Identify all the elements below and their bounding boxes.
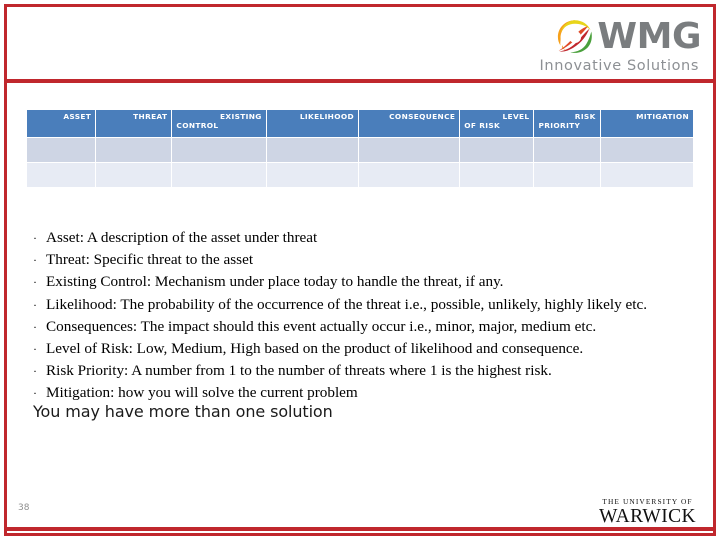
bullet-item-consequences: · Consequences: The impact should this e… bbox=[33, 317, 693, 338]
column-header-line1: ASSET bbox=[63, 112, 92, 121]
table-cell[interactable] bbox=[460, 138, 534, 162]
bullet-item-likelihood: · Likelihood: The probability of the occ… bbox=[33, 295, 693, 316]
table-cell[interactable] bbox=[172, 163, 266, 187]
column-header-asset: ASSET bbox=[27, 110, 96, 137]
slide-header: WMG Innovative Solutions bbox=[7, 7, 713, 79]
table-cell[interactable] bbox=[600, 138, 693, 162]
solution-note: You may have more than one solution bbox=[33, 402, 333, 421]
column-header-line2: OF RISK bbox=[464, 121, 501, 130]
definition-bullet-list: · Asset: A description of the asset unde… bbox=[33, 228, 693, 406]
bullet-marker-icon: · bbox=[33, 253, 37, 268]
table-row[interactable] bbox=[27, 163, 693, 187]
bullet-item-level-of-risk: · Level of Risk: Low, Medium, High based… bbox=[33, 339, 693, 360]
column-header-line1: CONSEQUENCE bbox=[389, 112, 456, 121]
column-header-line1: LEVEL bbox=[502, 112, 530, 121]
bullet-marker-icon: · bbox=[33, 341, 37, 356]
warwick-university-logo: THE UNIVERSITY OF WARWICK bbox=[599, 497, 696, 527]
wmg-swirl-icon bbox=[558, 20, 593, 53]
column-header-mitigation: MITIGATION bbox=[600, 110, 693, 137]
table-header-row: ASSET THREAT EXISTING CONTROL LIKELIHOOD… bbox=[27, 110, 693, 137]
bullet-text: Likelihood: The probability of the occur… bbox=[46, 295, 648, 313]
table-cell[interactable] bbox=[172, 138, 266, 162]
column-header-line1: LIKELIHOOD bbox=[299, 112, 354, 121]
bullet-item-threat: · Threat: Specific threat to the asset bbox=[33, 250, 693, 271]
table-body bbox=[27, 138, 693, 187]
column-header-line1: RISK bbox=[574, 112, 596, 121]
table-header: ASSET THREAT EXISTING CONTROL LIKELIHOOD… bbox=[27, 110, 693, 137]
column-header-line2: CONTROL bbox=[176, 121, 219, 130]
column-header-line1: THREAT bbox=[133, 112, 168, 121]
table-cell[interactable] bbox=[96, 163, 172, 187]
table-cell[interactable] bbox=[358, 163, 460, 187]
column-header-existing-control: EXISTING CONTROL bbox=[172, 110, 266, 137]
column-header-risk-priority: RISK PRIORITY bbox=[534, 110, 600, 137]
bullet-marker-icon: · bbox=[33, 319, 37, 334]
table-cell[interactable] bbox=[460, 163, 534, 187]
column-header-line2: PRIORITY bbox=[538, 121, 581, 130]
warwick-logo-line2: WARWICK bbox=[598, 506, 696, 527]
bullet-marker-icon: · bbox=[33, 231, 37, 245]
wmg-logo-top-row: WMG bbox=[556, 17, 701, 57]
bullet-item-existing-control: · Existing Control: Mechanism under plac… bbox=[33, 272, 693, 293]
bullet-marker-icon: · bbox=[33, 364, 37, 379]
bullet-marker-icon: · bbox=[33, 297, 37, 312]
bullet-item-asset: · Asset: A description of the asset unde… bbox=[33, 228, 693, 249]
column-header-consequence: CONSEQUENCE bbox=[358, 110, 460, 137]
table-cell[interactable] bbox=[266, 138, 358, 162]
column-header-line1: MITIGATION bbox=[636, 112, 689, 121]
table-cell[interactable] bbox=[600, 163, 693, 187]
table-row[interactable] bbox=[27, 138, 693, 162]
bullet-item-mitigation: · Mitigation: how you will solve the cur… bbox=[33, 383, 693, 404]
warwick-logo-line1: THE UNIVERSITY OF bbox=[602, 497, 693, 506]
bullet-marker-icon: · bbox=[33, 386, 37, 401]
risk-assessment-table: ASSET THREAT EXISTING CONTROL LIKELIHOOD… bbox=[26, 109, 694, 188]
table-cell[interactable] bbox=[266, 163, 358, 187]
table-cell[interactable] bbox=[358, 138, 460, 162]
footer-divider-rule bbox=[7, 527, 713, 531]
table-cell[interactable] bbox=[534, 138, 600, 162]
wmg-logo: WMG Innovative Solutions bbox=[539, 17, 702, 75]
page-number: 38 bbox=[18, 503, 30, 513]
table-cell[interactable] bbox=[27, 163, 96, 187]
bullet-marker-icon: · bbox=[33, 275, 37, 290]
header-divider-rule bbox=[7, 79, 713, 83]
table-cell[interactable] bbox=[27, 138, 96, 162]
bullet-item-risk-priority: · Risk Priority: A number from 1 to the … bbox=[33, 361, 693, 382]
bullet-text: Existing Control: Mechanism under place … bbox=[46, 273, 504, 291]
column-header-likelihood: LIKELIHOOD bbox=[266, 110, 358, 137]
bullet-text: Mitigation: how you will solve the curre… bbox=[46, 384, 358, 402]
slide-canvas: WMG Innovative Solutions ASSET THREAT EX… bbox=[0, 0, 720, 540]
column-header-line1: EXISTING bbox=[220, 112, 262, 121]
column-header-threat: THREAT bbox=[96, 110, 172, 137]
bullet-text: Threat: Specific threat to the asset bbox=[46, 251, 254, 269]
wmg-tagline: Innovative Solutions bbox=[539, 58, 699, 74]
bullet-text: Asset: A description of the asset under … bbox=[46, 229, 318, 246]
bullet-text: Consequences: The impact should this eve… bbox=[46, 317, 597, 335]
bullet-text: Level of Risk: Low, Medium, High based o… bbox=[46, 339, 584, 357]
wmg-wordmark: WMG bbox=[597, 16, 701, 57]
column-header-level-of-risk: LEVEL OF RISK bbox=[460, 110, 534, 137]
bullet-text: Risk Priority: A number from 1 to the nu… bbox=[46, 362, 552, 380]
table-cell[interactable] bbox=[96, 138, 172, 162]
table-cell[interactable] bbox=[534, 163, 600, 187]
